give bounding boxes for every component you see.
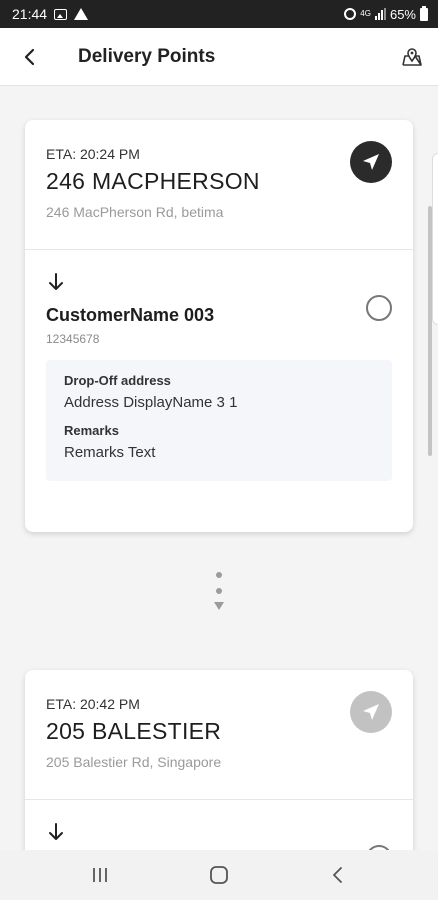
recent-apps-button[interactable] [70, 850, 130, 900]
dropoff-label: Drop-Off address [64, 373, 171, 388]
arrow-down-icon [49, 273, 63, 290]
route-connector [212, 572, 226, 628]
back-arrow-icon [24, 48, 35, 65]
stop-address: 205 Balestier Rd, Singapore [46, 754, 222, 770]
alarm-icon [344, 8, 357, 20]
battery-percent: 65% [389, 6, 416, 22]
warning-icon [74, 8, 89, 20]
network-type: 4G [360, 9, 371, 18]
remarks-label: Remarks [64, 423, 119, 438]
home-icon [210, 866, 228, 884]
radio-icon[interactable] [366, 295, 392, 321]
back-button[interactable] [0, 28, 60, 86]
remarks-value: Remarks Text [64, 444, 156, 461]
recent-apps-icon [92, 868, 107, 882]
customer-phone: 12345678 [46, 332, 100, 346]
side-sheet-edge [432, 153, 438, 325]
customer-row[interactable] [25, 800, 413, 850]
navigate-button[interactable] [350, 141, 392, 183]
stop-card[interactable]: ETA: 20:42 PM 205 BALESTIER 205 Balestie… [25, 670, 413, 850]
customer-name: CustomerName 003 [46, 305, 215, 325]
customer-row[interactable]: CustomerName 003 12345678 [25, 250, 413, 360]
stop-card[interactable]: ETA: 20:24 PM 246 MACPHERSON 246 MacPher… [25, 120, 413, 532]
map-icon [402, 48, 422, 66]
status-bar: 21:44 4G 65% [0, 0, 438, 28]
app-header: Delivery Points [0, 28, 438, 86]
scrollbar[interactable] [428, 206, 432, 456]
map-view-button[interactable] [398, 43, 426, 71]
system-nav-bar [0, 850, 438, 900]
page-title: Delivery Points [78, 45, 216, 67]
navigate-button[interactable] [350, 691, 392, 733]
delivery-list[interactable]: ETA: 20:24 PM 246 MACPHERSON 246 MacPher… [0, 86, 438, 850]
system-back-button[interactable] [308, 850, 368, 900]
stop-address: 246 MacPherson Rd, betima [46, 204, 224, 220]
home-button[interactable] [189, 850, 249, 900]
gallery-icon [54, 8, 68, 20]
navigation-icon [363, 154, 379, 170]
battery-icon [420, 5, 428, 21]
signal-icon [374, 8, 386, 20]
back-icon [333, 867, 343, 883]
stop-header: ETA: 20:24 PM 246 MACPHERSON 246 MacPher… [25, 120, 413, 250]
stop-header: ETA: 20:42 PM 205 BALESTIER 205 Balestie… [25, 670, 413, 800]
dropoff-value: Address DisplayName 3 1 [64, 394, 238, 411]
arrow-down-icon [49, 823, 63, 840]
dropoff-details: Drop-Off address Address DisplayName 3 1… [46, 360, 392, 481]
navigation-icon [363, 704, 379, 720]
status-time: 21:44 [12, 6, 48, 22]
